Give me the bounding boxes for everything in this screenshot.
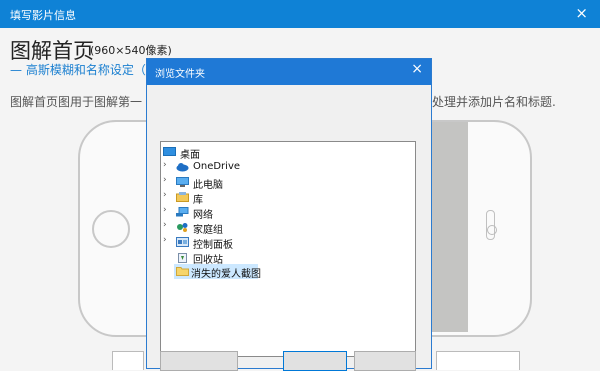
tree-item-desktop[interactable]: 桌面 [163,145,223,161]
folder-icon [176,266,189,276]
phone-camera-icon [487,225,497,235]
chevron-right-icon[interactable]: › [163,235,167,245]
dialog-titlebar: 浏览文件夹 × [147,59,431,85]
ok-button[interactable] [283,351,347,371]
control-panel-icon [176,237,189,247]
tree-item-label: 消失的爱人截图 [191,269,261,280]
onedrive-cloud-icon [176,162,189,172]
tree-item-this-pc[interactable]: › 此电脑 [163,175,263,191]
tree-item-label: 此电脑 [193,180,223,191]
tree-item-network[interactable]: › 网络 [163,205,263,221]
tree-item-label: OneDrive [193,161,241,172]
browse-folder-dialog: 浏览文件夹 × 桌面 › OneDrive › 此电脑 › 库 › 网络 › 家… [146,58,432,371]
chevron-right-icon[interactable]: › [163,190,167,200]
phone-home-button-icon [92,210,130,248]
desktop-icon [163,147,176,157]
new-folder-button[interactable] [160,351,238,371]
recycle-bin-icon [176,252,188,263]
tree-item-label: 控制面板 [193,240,233,251]
page-subtitle: — 高斯模糊和名称设定（ [10,63,146,77]
app-title: 填写影片信息 [10,9,76,22]
tree-item-label: 桌面 [180,150,200,161]
tree-item-label: 网络 [193,210,213,221]
page-size-label: (960×540像素) [90,44,172,57]
homegroup-icon [176,222,188,232]
tree-item-recycle-bin[interactable]: 回收站 [163,250,263,266]
cancel-button[interactable] [354,351,416,371]
background-button[interactable] [436,351,520,370]
tree-item-control-panel[interactable]: › 控制面板 [163,235,263,251]
tree-item-onedrive[interactable]: › OneDrive [163,160,263,175]
folder-tree[interactable]: 桌面 › OneDrive › 此电脑 › 库 › 网络 › 家庭组 › 控制面… [160,141,416,357]
computer-icon [176,177,189,187]
background-button[interactable] [112,351,144,370]
chevron-right-icon[interactable]: › [163,160,167,170]
tree-item-label: 家庭组 [193,225,223,236]
chevron-right-icon[interactable]: › [163,205,167,215]
library-icon [176,192,189,202]
tree-item-selected-folder[interactable]: 消失的爱人截图 [174,264,261,280]
close-icon[interactable]: × [575,4,588,22]
app-titlebar: 填写影片信息 × [0,0,600,28]
tree-item-library[interactable]: › 库 [163,190,263,206]
description-text-left: 图解首页图用于图解第一 [10,95,143,109]
chevron-right-icon[interactable]: › [163,175,167,185]
phone-screen-preview [432,122,468,332]
network-icon [176,207,189,217]
tree-item-homegroup[interactable]: › 家庭组 [163,220,263,236]
dialog-close-icon[interactable]: × [411,61,423,77]
chevron-right-icon[interactable]: › [163,220,167,230]
dialog-title: 浏览文件夹 [155,69,205,80]
description-text-right: 处理并添加片名和标题. [432,95,556,109]
tree-item-label: 库 [193,195,203,206]
